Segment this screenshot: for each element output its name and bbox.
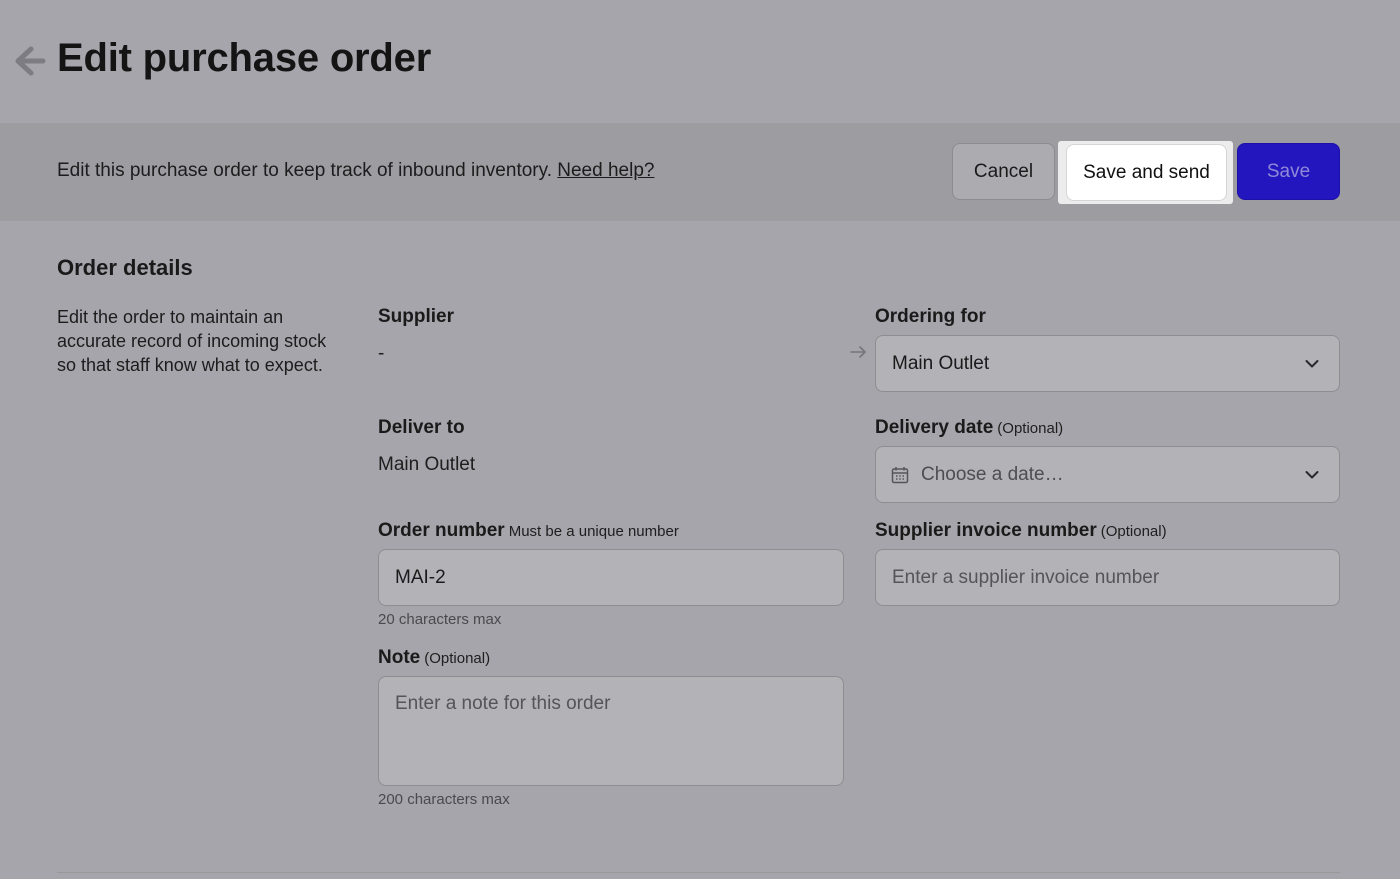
note-field (378, 676, 844, 786)
supplier-invoice-field (875, 549, 1340, 606)
supplier-label: Supplier (378, 306, 454, 328)
ordering-for-value: Main Outlet (892, 352, 990, 374)
chevron-down-icon (1305, 359, 1319, 367)
delivery-date-picker[interactable]: Choose a date… (875, 446, 1340, 503)
section-description: Edit the order to maintain an accurate r… (57, 307, 327, 375)
order-number-field (378, 549, 844, 606)
note-helper: 200 characters max (378, 791, 510, 808)
ordering-for-label-text: Ordering for (875, 306, 986, 327)
supplier-value: - (378, 343, 385, 364)
page-header: Edit purchase order (0, 0, 1400, 123)
note-label-text: Note (378, 647, 421, 668)
order-number-helper: 20 characters max (378, 611, 502, 628)
order-number-label-text: Order number (378, 520, 505, 541)
supplier-invoice-hint: (Optional) (1100, 523, 1167, 540)
order-number-hint: Must be a unique number (508, 523, 679, 540)
deliver-to-label: Deliver to (378, 417, 465, 439)
ordering-for-select[interactable]: Main Outlet (875, 335, 1340, 392)
supplier-invoice-input[interactable] (876, 550, 1339, 605)
delivery-date-label: Delivery date (Optional) (875, 417, 1063, 439)
delivery-date-placeholder: Choose a date… (921, 463, 1064, 485)
save-and-send-button[interactable]: Save and send (1066, 144, 1227, 201)
page-title: Edit purchase order (57, 36, 432, 80)
note-textarea[interactable] (379, 677, 843, 785)
banner-text: Edit this purchase order to keep track o… (57, 160, 552, 181)
order-number-input[interactable] (379, 550, 843, 605)
help-link[interactable]: Need help? (557, 160, 654, 181)
delivery-date-hint: (Optional) (997, 420, 1064, 437)
divider (57, 872, 1340, 873)
supplier-label-text: Supplier (378, 306, 455, 327)
supplier-invoice-label-text: Supplier invoice number (875, 520, 1097, 541)
chevron-down-icon (1305, 470, 1319, 478)
note-label: Note (Optional) (378, 647, 490, 669)
supplier-invoice-label: Supplier invoice number (Optional) (875, 520, 1167, 542)
arrow-left-icon[interactable] (14, 44, 46, 78)
order-number-label: Order number Must be a unique number (378, 520, 679, 542)
cancel-button[interactable]: Cancel (952, 143, 1055, 200)
note-hint: (Optional) (424, 650, 491, 667)
arrow-right-icon (850, 346, 866, 358)
deliver-to-label-text: Deliver to (378, 417, 465, 438)
ordering-for-label: Ordering for (875, 306, 986, 328)
calendar-icon (891, 466, 909, 483)
delivery-date-label-text: Delivery date (875, 417, 994, 438)
save-button[interactable]: Save (1237, 143, 1340, 200)
deliver-to-value: Main Outlet (378, 454, 476, 475)
section-title: Order details (57, 255, 193, 280)
banner-description: Edit this purchase order to keep track o… (57, 160, 654, 182)
